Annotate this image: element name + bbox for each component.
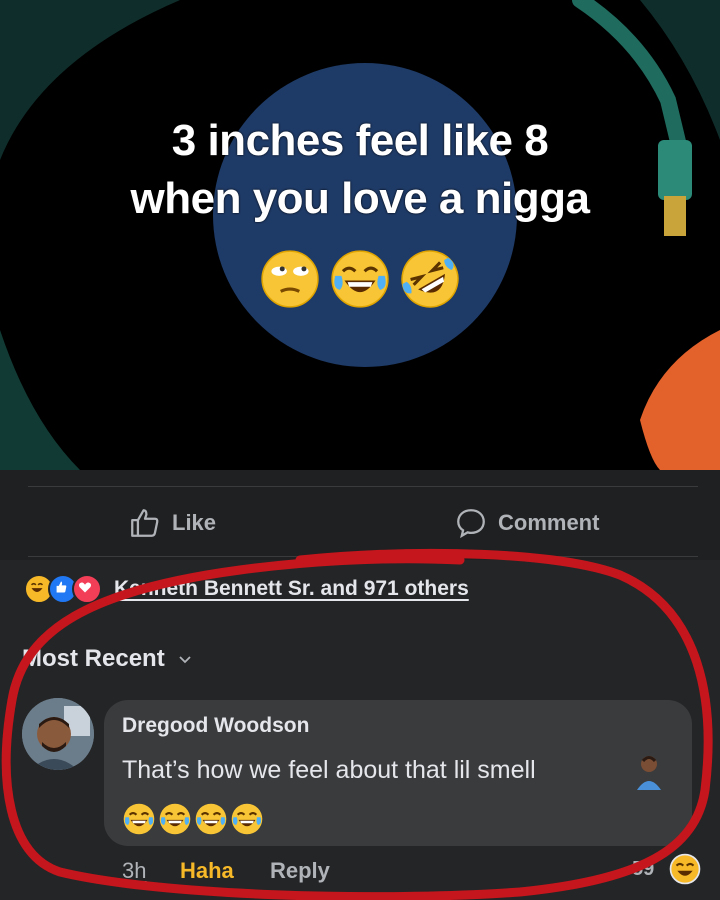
reaction-summary[interactable]: Kenneth Bennett Sr. and 971 others (24, 574, 469, 604)
tears-of-joy-face-icon (231, 803, 263, 835)
comment-author[interactable]: Dregood Woodson (122, 714, 309, 738)
love-reaction-icon (72, 574, 102, 604)
comment-emoji-row (122, 802, 264, 836)
comment-sort-dropdown[interactable]: Most Recent (22, 645, 193, 673)
divider (28, 486, 698, 487)
rolling-on-floor-laughing-face-icon (401, 250, 459, 308)
avatar[interactable] (22, 698, 94, 770)
comment-label: Comment (498, 510, 600, 535)
speech-bubble-icon (457, 509, 485, 539)
like-button[interactable]: Like (128, 506, 216, 540)
chevron-down-icon (179, 656, 191, 664)
sort-label: Most Recent (22, 645, 165, 672)
person-emoji-icon (637, 756, 661, 790)
tears-of-joy-face-icon (159, 803, 191, 835)
meme-line-2: when you love a nigga (130, 174, 590, 223)
comment-reply-button[interactable]: Reply (270, 858, 330, 884)
tears-of-joy-face-icon (123, 803, 155, 835)
like-label: Like (172, 510, 217, 535)
comment-text: That’s how we feel about that lil smell (122, 756, 536, 784)
comment-timestamp[interactable]: 3h (122, 858, 146, 884)
meme-caption: 3 inches feel like 8 when you love a nig… (0, 112, 720, 228)
comment-react-button[interactable]: Haha (180, 858, 234, 884)
tears-of-joy-face-icon (195, 803, 227, 835)
tears-of-joy-face-icon (331, 250, 389, 308)
haha-reaction-icon (669, 853, 701, 885)
comment-button[interactable]: Comment (454, 506, 599, 540)
comment-reaction-count[interactable]: 59 (632, 858, 654, 881)
rolling-eyes-face-icon (261, 250, 319, 308)
vinyl-record-illustration (0, 0, 720, 470)
post-action-bar (0, 470, 720, 560)
reaction-names-link[interactable]: Kenneth Bennett Sr. and 971 others (114, 577, 469, 601)
thumbs-up-icon (131, 509, 159, 537)
divider (28, 556, 698, 557)
meme-emoji-row (0, 248, 720, 310)
meme-line-1: 3 inches feel like 8 (171, 116, 549, 165)
post-image[interactable]: 3 inches feel like 8 when you love a nig… (0, 0, 720, 470)
